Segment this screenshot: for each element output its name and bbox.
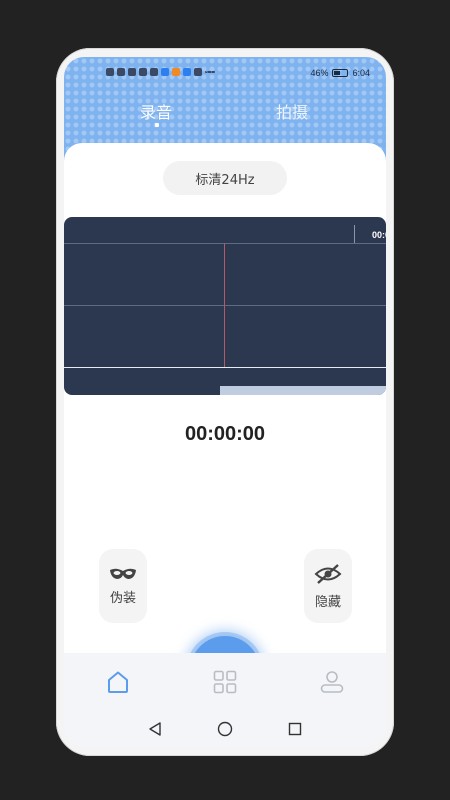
- status-icons-left: [106, 68, 215, 76]
- status-icons-right: 46% 6:04: [310, 68, 370, 78]
- system-nav-bar: [64, 711, 386, 747]
- battery-icon: [332, 69, 349, 77]
- triangle-back-icon: [149, 722, 161, 736]
- nav-apps[interactable]: [205, 662, 245, 702]
- app-notification-icon: [183, 68, 191, 76]
- waveform-baseline: [64, 367, 386, 368]
- app-screen: 46% 6:04 录音 拍摄 标清24Hz 00:0 00:00:00: [64, 57, 386, 747]
- hide-label: 隐藏: [314, 594, 341, 610]
- quality-selector[interactable]: 标清24Hz: [163, 161, 287, 195]
- hide-button[interactable]: 隐藏: [304, 549, 352, 623]
- nav-home[interactable]: [98, 662, 138, 702]
- home-icon: [107, 671, 128, 693]
- nav-profile[interactable]: [312, 662, 352, 702]
- main-card: 标清24Hz 00:0 00:00:00 伪装: [64, 143, 386, 706]
- message-icon: [194, 68, 202, 76]
- system-recents-button[interactable]: [285, 719, 305, 739]
- wifi-icon: [139, 68, 147, 76]
- status-bar: 46% 6:04: [64, 67, 386, 83]
- grid-icon: [213, 670, 237, 694]
- waveform-time-marker: 00:0: [371, 230, 386, 240]
- time-tick: [354, 225, 355, 243]
- waveform-gridline: [64, 305, 386, 306]
- app-notification-icon: [161, 68, 169, 76]
- app-notification-icon: [172, 68, 180, 76]
- circle-home-icon: [217, 721, 233, 737]
- more-notifications-icon: [205, 71, 215, 73]
- tab-record[interactable]: 录音: [140, 99, 172, 123]
- bottom-nav: [64, 653, 386, 711]
- signal-icon: [117, 68, 125, 76]
- user-icon: [321, 671, 344, 693]
- square-recents-icon: [288, 722, 302, 736]
- clock: 6:04: [352, 68, 370, 78]
- scroll-progress-bar[interactable]: [220, 386, 386, 395]
- waveform-gridline: [64, 243, 386, 244]
- waveform-panel: 00:0: [64, 217, 386, 395]
- system-home-button[interactable]: [215, 719, 235, 739]
- signal-icon: [106, 68, 114, 76]
- quality-label: 标清24Hz: [195, 172, 255, 188]
- disguise-button[interactable]: 伪装: [99, 549, 147, 623]
- system-back-button[interactable]: [145, 719, 165, 739]
- battery-percent: 46%: [310, 68, 329, 78]
- eye-off-icon: [314, 563, 342, 584]
- playhead-cursor: [224, 243, 225, 367]
- tab-shoot[interactable]: 拍摄: [276, 99, 308, 123]
- signal-icon: [128, 68, 136, 76]
- disguise-label: 伪装: [109, 590, 136, 606]
- mask-icon: [110, 568, 136, 579]
- recording-timer: 00:00:00: [184, 423, 266, 445]
- active-tab-indicator: [155, 123, 159, 127]
- app-notification-icon: [150, 68, 158, 76]
